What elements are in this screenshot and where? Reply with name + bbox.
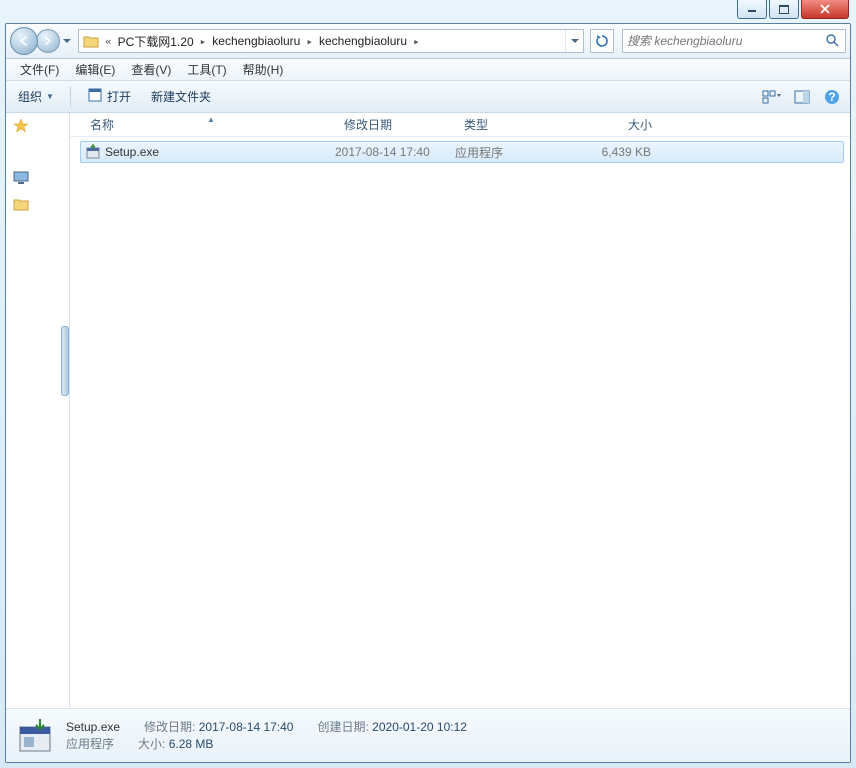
breadcrumb-item[interactable]: PC下载网1.20 <box>114 33 198 50</box>
file-row[interactable]: Setup.exe 2017-08-14 17:40 应用程序 6,439 KB <box>80 141 844 163</box>
details-filename: Setup.exe <box>66 719 120 736</box>
col-size[interactable]: 大小 <box>568 116 658 133</box>
col-type[interactable]: 类型 <box>458 116 568 133</box>
navigation-pane[interactable] <box>6 113 70 708</box>
command-bar: 组织 ▼ 打开 新建文件夹 ? <box>6 81 850 113</box>
star-icon <box>12 117 30 135</box>
details-created-value: 2020-01-20 10:12 <box>372 720 467 734</box>
breadcrumb-prefix: « <box>103 35 114 48</box>
preview-pane-button[interactable] <box>792 87 812 107</box>
file-modified: 2017-08-14 17:40 <box>335 145 455 159</box>
file-type: 应用程序 <box>455 144 565 161</box>
chevron-right-icon: ▸ <box>198 35 209 48</box>
search-icon[interactable] <box>825 33 841 50</box>
menu-file[interactable]: 文件(F) <box>12 59 67 80</box>
sort-asc-icon: ▲ <box>207 115 215 124</box>
content-area: 名称▲ 修改日期 类型 大小 Setup.exe 2017-08-14 17:4… <box>6 113 850 708</box>
file-size: 6,439 KB <box>565 145 651 159</box>
close-button[interactable] <box>801 0 849 19</box>
folder-icon <box>12 195 30 213</box>
help-button[interactable]: ? <box>822 87 842 107</box>
details-mod-label: 修改日期: <box>144 720 195 734</box>
open-label: 打开 <box>107 88 131 105</box>
details-filetype: 应用程序 <box>66 736 114 753</box>
nav-history-dropdown[interactable] <box>60 31 74 51</box>
new-folder-button[interactable]: 新建文件夹 <box>147 86 215 107</box>
nav-buttons <box>10 27 74 55</box>
installer-icon <box>85 144 101 160</box>
menu-help[interactable]: 帮助(H) <box>235 59 292 80</box>
menu-tools[interactable]: 工具(T) <box>179 59 234 80</box>
col-modified[interactable]: 修改日期 <box>338 116 458 133</box>
open-icon <box>87 87 103 106</box>
computer-icon <box>12 169 30 187</box>
details-created-label: 创建日期: <box>317 720 368 734</box>
sidebar-item-favorites[interactable] <box>6 113 69 139</box>
chevron-right-icon: ▸ <box>304 35 315 48</box>
minimize-button[interactable] <box>737 0 767 19</box>
file-list[interactable]: Setup.exe 2017-08-14 17:40 应用程序 6,439 KB <box>70 137 850 708</box>
breadcrumb-item[interactable]: kechengbiaoluru <box>315 34 411 48</box>
maximize-button[interactable] <box>769 0 799 19</box>
view-options-button[interactable] <box>762 87 782 107</box>
details-mod-value: 2017-08-14 17:40 <box>199 720 294 734</box>
details-size-value: 6.28 MB <box>169 737 214 751</box>
new-folder-label: 新建文件夹 <box>151 88 211 105</box>
sidebar-item-folder[interactable] <box>6 191 69 217</box>
refresh-button[interactable] <box>590 29 614 53</box>
address-bar[interactable]: « PC下载网1.20 ▸ kechengbiaoluru ▸ kechengb… <box>78 29 584 53</box>
menu-edit[interactable]: 编辑(E) <box>67 59 123 80</box>
sidebar-item-computer[interactable] <box>6 165 69 191</box>
back-button[interactable] <box>10 27 38 55</box>
forward-button[interactable] <box>36 29 60 53</box>
chevron-right-icon: ▸ <box>411 35 422 48</box>
organize-button[interactable]: 组织 ▼ <box>14 86 58 107</box>
column-headers: 名称▲ 修改日期 类型 大小 <box>70 113 850 137</box>
explorer-window: « PC下载网1.20 ▸ kechengbiaoluru ▸ kechengb… <box>5 23 851 763</box>
search-input[interactable] <box>627 34 825 48</box>
separator <box>70 87 71 107</box>
chevron-down-icon: ▼ <box>46 92 54 101</box>
details-text: Setup.exe 修改日期: 2017-08-14 17:40 创建日期: 2… <box>66 719 467 753</box>
file-name: Setup.exe <box>105 145 159 159</box>
breadcrumb: « PC下载网1.20 ▸ kechengbiaoluru ▸ kechengb… <box>103 33 565 50</box>
search-box[interactable] <box>622 29 846 53</box>
details-size-label: 大小: <box>138 737 165 751</box>
nav-bar: « PC下载网1.20 ▸ kechengbiaoluru ▸ kechengb… <box>6 24 850 59</box>
folder-icon <box>83 33 99 49</box>
svg-text:?: ? <box>828 90 835 104</box>
col-name[interactable]: 名称▲ <box>84 116 338 133</box>
breadcrumb-item[interactable]: kechengbiaoluru <box>208 34 304 48</box>
details-pane: Setup.exe 修改日期: 2017-08-14 17:40 创建日期: 2… <box>6 708 850 762</box>
open-button[interactable]: 打开 <box>83 85 135 108</box>
sidebar-scrollbar[interactable] <box>61 326 69 396</box>
window-titlebar <box>5 0 851 23</box>
file-large-icon <box>14 715 56 757</box>
organize-label: 组织 <box>18 88 42 105</box>
address-dropdown[interactable] <box>565 30 583 52</box>
file-view: 名称▲ 修改日期 类型 大小 Setup.exe 2017-08-14 17:4… <box>70 113 850 708</box>
menu-view[interactable]: 查看(V) <box>123 59 179 80</box>
menu-bar: 文件(F) 编辑(E) 查看(V) 工具(T) 帮助(H) <box>6 59 850 81</box>
